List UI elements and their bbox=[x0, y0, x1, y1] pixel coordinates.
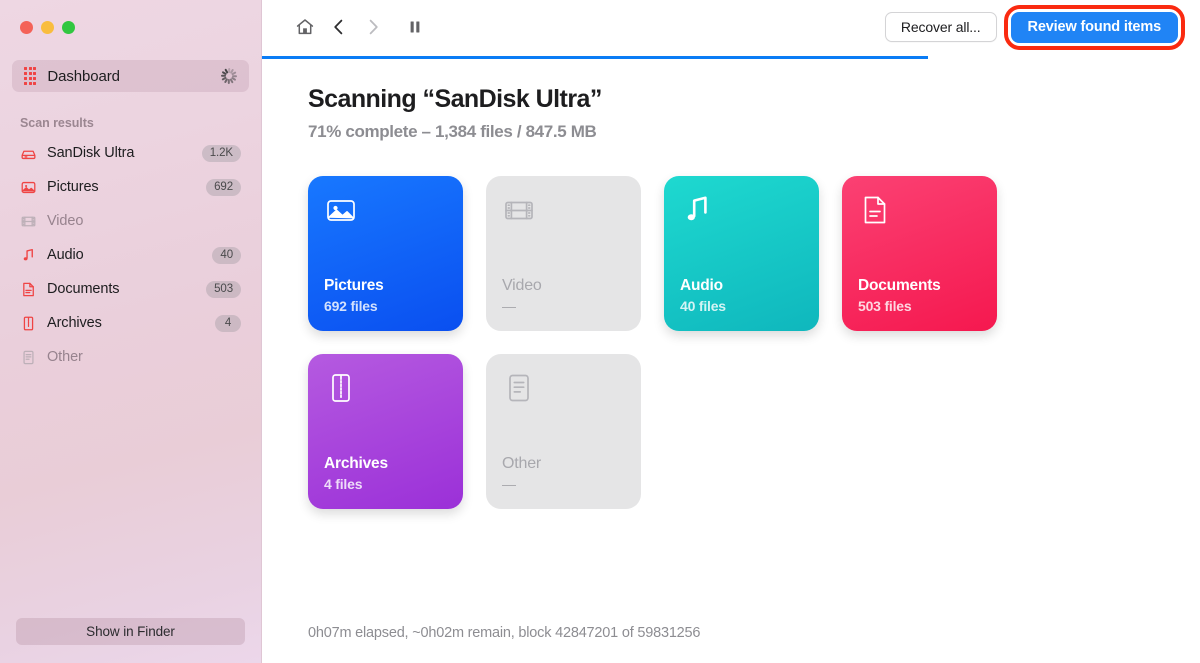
sidebar-item-dashboard[interactable]: Dashboard bbox=[12, 60, 249, 92]
sidebar-item-badge: 503 bbox=[206, 280, 241, 298]
sidebar-item-label: Video bbox=[47, 213, 84, 229]
sidebar-item-audio[interactable]: Audio 40 bbox=[12, 238, 249, 272]
card-count: — bbox=[502, 298, 516, 314]
card-spacer bbox=[680, 233, 803, 277]
sidebar-item-label: SanDisk Ultra bbox=[47, 145, 135, 161]
recover-all-button[interactable]: Recover all... bbox=[884, 12, 997, 42]
card-count: 692 files bbox=[324, 298, 378, 314]
page-title: Scanning “SanDisk Ultra” bbox=[308, 85, 602, 113]
sidebar-item-label: Archives bbox=[47, 315, 102, 331]
minimize-button[interactable] bbox=[41, 21, 54, 34]
zoom-button[interactable] bbox=[62, 21, 75, 34]
sidebar-item-archives[interactable]: Archives 4 bbox=[12, 306, 249, 340]
category-card-documents[interactable]: Documents 503 files bbox=[842, 176, 997, 331]
card-spacer bbox=[324, 233, 447, 277]
card-count: 503 files bbox=[858, 298, 912, 314]
sidebar-nav: SanDisk Ultra 1.2K Pictures 692 Video Audio 40… bbox=[0, 136, 261, 374]
file-lines-icon bbox=[502, 371, 625, 411]
status-text: 0h07m elapsed, ~0h02m remain, block 4284… bbox=[308, 625, 701, 641]
drive-icon bbox=[20, 145, 37, 162]
sidebar-item-label: Documents bbox=[47, 281, 120, 297]
card-spacer bbox=[502, 233, 625, 277]
dashboard-label: Dashboard bbox=[47, 67, 120, 85]
card-count: 4 files bbox=[324, 476, 363, 492]
archive-zip-icon bbox=[324, 371, 447, 411]
sidebar-item-sandisk-ultra[interactable]: SanDisk Ultra 1.2K bbox=[12, 136, 249, 170]
toolbar: Recover all... Review found items bbox=[262, 0, 1200, 54]
sidebar-item-badge: 40 bbox=[212, 246, 241, 264]
document-icon bbox=[20, 281, 37, 298]
film-icon bbox=[20, 213, 37, 230]
music-note-icon bbox=[680, 193, 803, 233]
category-card-other[interactable]: Other — bbox=[486, 354, 641, 509]
app-window: Dashboard Scan results SanDisk Ultra 1.2K… bbox=[0, 0, 1200, 663]
review-found-items-button[interactable]: Review found items bbox=[1010, 11, 1178, 43]
category-card-video[interactable]: Video — bbox=[486, 176, 641, 331]
sidebar-item-badge: 4 bbox=[215, 314, 241, 332]
card-spacer bbox=[324, 411, 447, 455]
picture-icon bbox=[20, 179, 37, 196]
sidebar-item-label: Pictures bbox=[47, 179, 99, 195]
card-title: Pictures bbox=[324, 277, 384, 294]
music-note-icon bbox=[20, 247, 37, 264]
card-spacer bbox=[502, 411, 625, 455]
page-subtitle: 71% complete – 1,384 files / 847.5 MB bbox=[308, 122, 597, 141]
sidebar: Dashboard Scan results SanDisk Ultra 1.2K… bbox=[0, 0, 262, 663]
film-icon bbox=[502, 193, 625, 233]
card-spacer bbox=[858, 233, 981, 277]
card-title: Archives bbox=[324, 455, 388, 472]
review-found-items-wrapper: Review found items bbox=[1003, 4, 1185, 50]
sidebar-section-title: Scan results bbox=[20, 116, 94, 130]
sidebar-item-badge: 1.2K bbox=[201, 144, 241, 162]
content-area: Scanning “SanDisk Ultra” 71% complete – … bbox=[262, 59, 1200, 663]
category-card-grid: Pictures 692 files Video — Audio 40 files Docu… bbox=[308, 176, 1043, 509]
show-in-finder-button[interactable]: Show in Finder bbox=[16, 618, 245, 645]
document-icon bbox=[858, 193, 981, 233]
pause-icon[interactable] bbox=[398, 10, 432, 44]
main-panel: Recover all... Review found items Scanni… bbox=[262, 0, 1200, 663]
sidebar-item-video[interactable]: Video bbox=[12, 204, 249, 238]
category-card-archives[interactable]: Archives 4 files bbox=[308, 354, 463, 509]
window-controls bbox=[0, 0, 261, 46]
sidebar-item-label: Other bbox=[47, 349, 83, 365]
sidebar-item-documents[interactable]: Documents 503 bbox=[12, 272, 249, 306]
sidebar-item-label: Audio bbox=[47, 247, 84, 263]
sidebar-item-pictures[interactable]: Pictures 692 bbox=[12, 170, 249, 204]
sidebar-item-other[interactable]: Other bbox=[12, 340, 249, 374]
category-card-audio[interactable]: Audio 40 files bbox=[664, 176, 819, 331]
card-title: Documents bbox=[858, 277, 941, 294]
card-title: Audio bbox=[680, 277, 723, 294]
grid-icon bbox=[24, 67, 37, 85]
card-count: 40 files bbox=[680, 298, 726, 314]
archive-zip-icon bbox=[20, 315, 37, 332]
card-count: — bbox=[502, 476, 516, 492]
chevron-right-icon bbox=[356, 10, 390, 44]
chevron-left-icon[interactable] bbox=[322, 10, 356, 44]
picture-icon bbox=[324, 193, 447, 233]
spinner-icon bbox=[221, 68, 237, 84]
category-card-pictures[interactable]: Pictures 692 files bbox=[308, 176, 463, 331]
sidebar-item-badge: 692 bbox=[206, 178, 241, 196]
card-title: Other bbox=[502, 455, 542, 472]
home-icon[interactable] bbox=[288, 10, 322, 44]
card-title: Video bbox=[502, 277, 542, 294]
close-button[interactable] bbox=[20, 21, 33, 34]
file-lines-icon bbox=[20, 349, 37, 366]
